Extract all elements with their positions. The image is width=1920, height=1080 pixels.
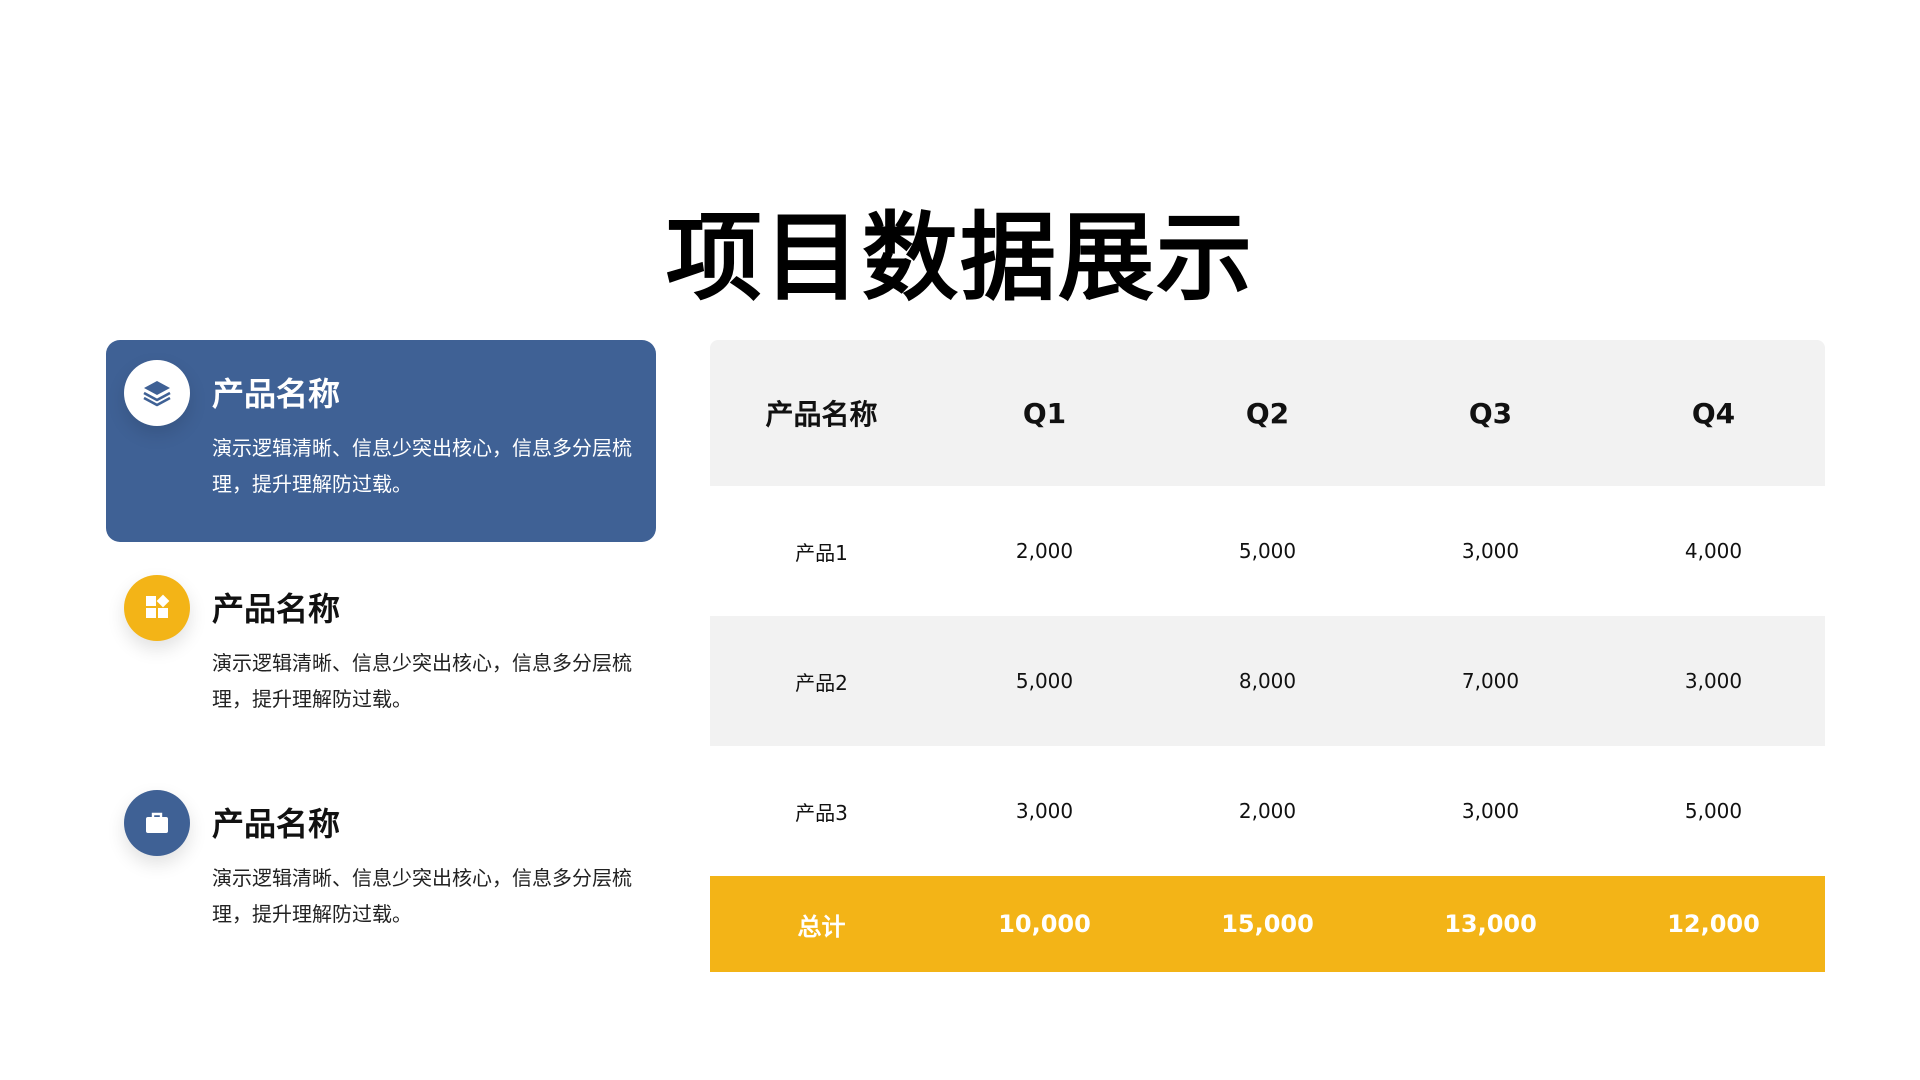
table-cell: 5,000 bbox=[1015, 669, 1074, 693]
table-header-cell: Q4 bbox=[1691, 396, 1736, 430]
feature-card-3[interactable]: 产品名称 演示逻辑清晰、信息少突出核心，信息多分层梳理，提升理解防过载。 bbox=[106, 770, 656, 972]
table-total-row: 总计 10,000 15,000 13,000 12,000 bbox=[710, 876, 1825, 972]
feature-description: 演示逻辑清晰、信息少突出核心，信息多分层梳理，提升理解防过载。 bbox=[212, 866, 632, 926]
feature-card-1[interactable]: 产品名称 演示逻辑清晰、信息少突出核心，信息多分层梳理，提升理解防过载。 bbox=[106, 340, 656, 542]
briefcase-icon bbox=[124, 790, 190, 856]
table-header-row: 产品名称 Q1 Q2 Q3 Q4 bbox=[710, 340, 1825, 486]
table-cell: 5,000 bbox=[1238, 539, 1297, 563]
feature-description: 演示逻辑清晰、信息少突出核心，信息多分层梳理，提升理解防过载。 bbox=[212, 651, 632, 711]
data-table: 产品名称 Q1 Q2 Q3 Q4 产品1 2,000 5,000 3,000 4… bbox=[710, 340, 1825, 972]
table-header-cell: Q2 bbox=[1245, 396, 1290, 430]
feature-card-2[interactable]: 产品名称 演示逻辑清晰、信息少突出核心，信息多分层梳理，提升理解防过载。 bbox=[106, 555, 656, 757]
table-cell: 7,000 bbox=[1461, 669, 1520, 693]
table-cell: 3,000 bbox=[1015, 799, 1074, 823]
table-cell: 5,000 bbox=[1684, 799, 1743, 823]
table-cell: 2,000 bbox=[1015, 539, 1074, 563]
table-header-cell: Q1 bbox=[1022, 396, 1067, 430]
feature-title: 产品名称 bbox=[212, 375, 341, 413]
table-row: 产品1 2,000 5,000 3,000 4,000 bbox=[710, 486, 1825, 616]
table-cell: 产品2 bbox=[795, 670, 848, 695]
page-title: 项目数据展示 bbox=[666, 202, 1254, 314]
table-header-cell: 产品名称 bbox=[765, 398, 878, 431]
table-cell: 3,000 bbox=[1684, 669, 1743, 693]
table-cell: 3,000 bbox=[1461, 799, 1520, 823]
table-header-cell: Q3 bbox=[1468, 396, 1513, 430]
table-cell: 产品1 bbox=[795, 540, 848, 565]
table-total-cell: 15,000 bbox=[1221, 910, 1314, 938]
feature-title: 产品名称 bbox=[212, 590, 341, 628]
table-row: 产品2 5,000 8,000 7,000 3,000 bbox=[710, 616, 1825, 746]
table-total-cell: 12,000 bbox=[1667, 910, 1760, 938]
table-cell: 4,000 bbox=[1684, 539, 1743, 563]
table-total-cell: 10,000 bbox=[998, 910, 1091, 938]
widgets-icon bbox=[124, 575, 190, 641]
table-cell: 2,000 bbox=[1238, 799, 1297, 823]
layers-icon bbox=[124, 360, 190, 426]
table-total-cell: 总计 bbox=[797, 912, 846, 941]
table-total-cell: 13,000 bbox=[1444, 910, 1537, 938]
feature-title: 产品名称 bbox=[212, 805, 341, 843]
table-cell: 产品3 bbox=[795, 800, 848, 825]
table-cell: 8,000 bbox=[1238, 669, 1297, 693]
feature-description: 演示逻辑清晰、信息少突出核心，信息多分层梳理，提升理解防过载。 bbox=[212, 436, 632, 496]
table-cell: 3,000 bbox=[1461, 539, 1520, 563]
table-row: 产品3 3,000 2,000 3,000 5,000 bbox=[710, 746, 1825, 876]
